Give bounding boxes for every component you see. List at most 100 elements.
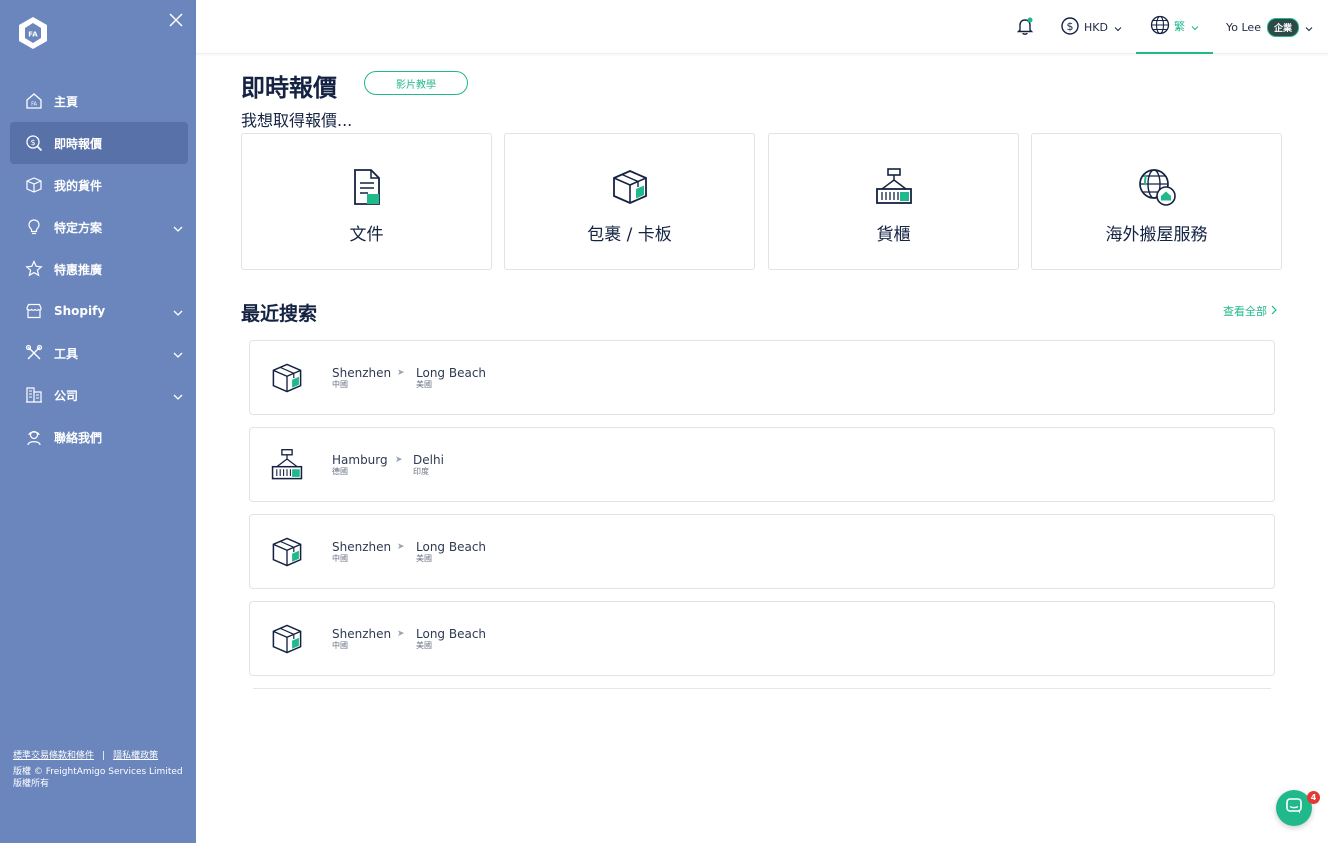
destination-city: Delhi: [413, 453, 444, 467]
destination-country: 美國: [416, 554, 432, 563]
support-agent-icon: [24, 427, 44, 447]
video-tutorial-button[interactable]: 影片教學: [364, 71, 468, 95]
destination-country: 美國: [416, 641, 432, 650]
sidebar: FA FA 主頁 $ 即時報價 我的貨件 特定方案 特惠推廣 Shopify 工…: [0, 0, 196, 843]
sidebar-item-home[interactable]: FA 主頁: [0, 80, 196, 122]
sidebar-item-label: 即時報價: [54, 136, 103, 151]
quote-card-parcel[interactable]: 包裹 / 卡板: [504, 133, 755, 270]
tools-icon: [24, 343, 44, 363]
container-icon: [270, 448, 304, 482]
arrow-right-icon: ➤: [397, 368, 405, 378]
origin-country: 中國: [332, 380, 348, 389]
currency-selector[interactable]: $ HKD: [1060, 0, 1122, 54]
chevron-down-icon: [1191, 22, 1199, 31]
quote-type-cards: 文件 包裹 / 卡板 貨櫃 海外搬屋服務: [241, 133, 1283, 270]
sidebar-item-promotions[interactable]: 特惠推廣: [0, 248, 196, 290]
sidebar-item-shopify[interactable]: Shopify: [0, 290, 196, 332]
globe-home-icon: [1137, 167, 1177, 207]
rights-text: 版權所有: [13, 779, 50, 789]
chevron-right-icon: [1270, 305, 1278, 318]
destination-city: Long Beach: [416, 366, 487, 380]
page-title: 即時報價: [241, 74, 337, 102]
chat-icon: [1285, 797, 1303, 819]
freightamigo-logo-icon[interactable]: FA: [16, 16, 50, 50]
chevron-down-icon: [1114, 23, 1122, 32]
dollar-search-icon: $: [24, 133, 44, 153]
origin-country: 德國: [332, 467, 348, 476]
origin: Shenzhen 中國: [332, 627, 391, 651]
destination-city: Long Beach: [416, 627, 487, 641]
copyright-text: 版權 © FreightAmigo Services Limited: [13, 767, 183, 777]
quote-card-container[interactable]: 貨櫃: [768, 133, 1019, 270]
box-icon: [24, 175, 44, 195]
parcel-icon: [270, 535, 304, 569]
destination-country: 美國: [416, 380, 432, 389]
quote-card-label: 貨櫃: [876, 225, 911, 245]
quote-card-label: 文件: [349, 225, 384, 245]
sidebar-item-contact-us[interactable]: 聯絡我們: [0, 416, 196, 458]
recent-search-row[interactable]: Shenzhen 中國 ➤ Long Beach 美國: [249, 601, 1275, 676]
destination-country: 印度: [413, 467, 429, 476]
close-icon[interactable]: [166, 12, 186, 32]
destination: Delhi 印度: [413, 453, 444, 477]
quote-card-overseas-moving[interactable]: 海外搬屋服務: [1031, 133, 1282, 270]
arrow-right-icon: ➤: [397, 542, 405, 552]
arrow-right-icon: ➤: [395, 455, 403, 465]
user-name: Yo Lee: [1226, 20, 1261, 34]
origin-city: Shenzhen: [332, 366, 392, 380]
parcel-icon: [610, 167, 650, 207]
store-icon: [24, 301, 44, 321]
footer-separator: |: [102, 751, 106, 761]
recent-search-row[interactable]: Shenzhen 中國 ➤ Long Beach 美國: [249, 514, 1275, 589]
account-type-badge: 企業: [1266, 17, 1299, 37]
sidebar-item-label: 工具: [54, 346, 79, 361]
sidebar-item-label: Shopify: [54, 304, 106, 318]
svg-text:$: $: [1067, 20, 1074, 33]
origin-city: Shenzhen: [332, 627, 392, 641]
see-all-link[interactable]: 查看全部: [1223, 303, 1278, 319]
privacy-link[interactable]: 隱私權政策: [113, 750, 158, 762]
home-icon: FA: [24, 91, 44, 111]
arrow-right-icon: ➤: [397, 629, 405, 639]
sidebar-item-special-solutions[interactable]: 特定方案: [0, 206, 196, 248]
star-icon: [24, 259, 44, 279]
section-subtitle: 我想取得報價...: [241, 111, 353, 130]
sidebar-footer: 標準交易條款和條件 | 隱私權政策 版權 © FreightAmigo Serv…: [13, 750, 191, 790]
origin: Shenzhen 中國: [332, 540, 391, 564]
chevron-down-icon: [172, 220, 184, 232]
sidebar-item-label: 我的貨件: [54, 178, 103, 193]
quote-card-document[interactable]: 文件: [241, 133, 492, 270]
destination: Long Beach 美國: [416, 627, 486, 651]
language-selector[interactable]: 繁: [1136, 0, 1213, 54]
destination: Long Beach 美國: [416, 540, 486, 564]
chevron-down-icon: [172, 304, 184, 316]
sidebar-item-label: 聯絡我們: [54, 430, 103, 445]
sidebar-item-tools[interactable]: 工具: [0, 332, 196, 374]
notification-button[interactable]: [1014, 0, 1036, 54]
document-icon: [347, 167, 387, 207]
terms-link[interactable]: 標準交易條款和條件: [13, 750, 94, 762]
chat-unread-badge: 4: [1307, 791, 1320, 804]
svg-text:FA: FA: [28, 31, 38, 39]
recent-search-row[interactable]: Hamburg 德國 ➤ Delhi 印度: [249, 427, 1275, 502]
user-menu[interactable]: Yo Lee 企業: [1226, 0, 1313, 54]
destination-city: Long Beach: [416, 540, 487, 554]
container-icon: [874, 167, 914, 207]
building-icon: [24, 385, 44, 405]
recent-search-row[interactable]: Shenzhen 中國 ➤ Long Beach 美國: [249, 340, 1275, 415]
chevron-down-icon: [1305, 23, 1313, 32]
sidebar-item-instant-quote[interactable]: $ 即時報價: [10, 122, 188, 164]
parcel-icon: [270, 622, 304, 656]
origin: Shenzhen 中國: [332, 366, 391, 390]
bell-icon: [1014, 15, 1036, 40]
origin-city: Hamburg: [332, 453, 388, 467]
chevron-down-icon: [172, 388, 184, 400]
origin-country: 中國: [332, 554, 348, 563]
lightbulb-icon: [24, 217, 44, 237]
destination: Long Beach 美國: [416, 366, 486, 390]
sidebar-item-company[interactable]: 公司: [0, 374, 196, 416]
sidebar-item-my-shipments[interactable]: 我的貨件: [0, 164, 196, 206]
language-label: 繁: [1174, 20, 1185, 33]
divider: [253, 688, 1271, 689]
top-bar: $ HKD 繁 Yo Lee 企業: [196, 0, 1328, 54]
